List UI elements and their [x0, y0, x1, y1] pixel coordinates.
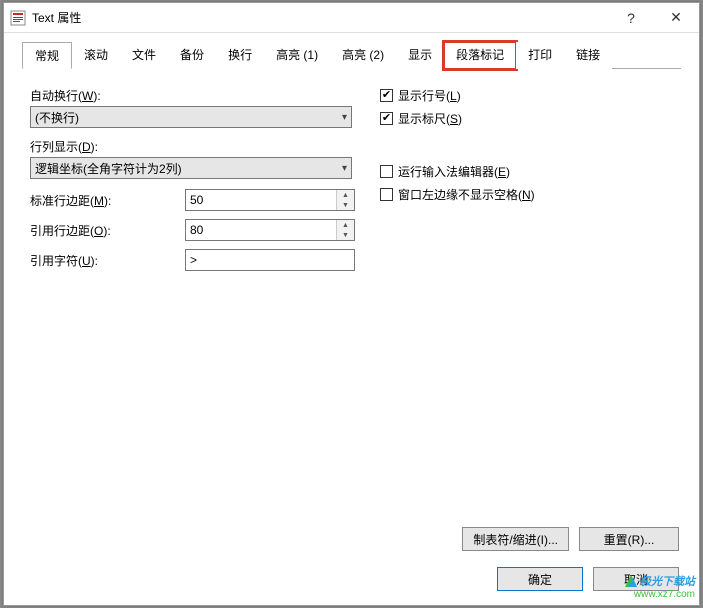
- checkbox-icon: [380, 188, 393, 201]
- tab-file[interactable]: 文件: [120, 42, 168, 69]
- chevron-down-icon: ▾: [342, 163, 347, 174]
- show-line-no-check[interactable]: 显示行号(L): [380, 87, 535, 104]
- std-margin-label: 标准行边距(M):: [30, 192, 185, 209]
- tab-display[interactable]: 显示: [396, 42, 444, 69]
- tab-strip: 常规 滚动 文件 备份 换行 高亮 (1) 高亮 (2) 显示 段落标记 打印 …: [22, 41, 681, 69]
- run-ime-check[interactable]: 运行输入法编辑器(E): [380, 163, 535, 180]
- tab-content: 自动换行(W): (不换行) ▾ 行列显示(D): 逻辑坐标(全角字符计为2列)…: [12, 69, 691, 289]
- quote-char-input[interactable]: [185, 249, 355, 271]
- tab-paragraph-marks[interactable]: 段落标记: [444, 42, 516, 69]
- line-col-select[interactable]: 逻辑坐标(全角字符计为2列) ▾: [30, 157, 352, 179]
- right-column: 显示行号(L) 显示标尺(S) 运行输入法编辑器(E) 窗口左边缘不显示空格(N…: [360, 87, 535, 279]
- checkbox-icon: [380, 89, 393, 102]
- cancel-button[interactable]: 取消: [593, 567, 679, 591]
- left-column: 自动换行(W): (不换行) ▾ 行列显示(D): 逻辑坐标(全角字符计为2列)…: [30, 87, 360, 279]
- std-margin-spinner[interactable]: ▲ ▼: [185, 189, 355, 211]
- spin-up-icon[interactable]: ▲: [337, 220, 354, 230]
- line-col-label: 行列显示(D):: [30, 138, 360, 155]
- close-button[interactable]: ✕: [653, 3, 699, 33]
- auto-wrap-label: 自动换行(W):: [30, 87, 360, 104]
- ok-button[interactable]: 确定: [497, 567, 583, 591]
- checkbox-icon: [380, 112, 393, 125]
- dialog-window: Text 属性 ? ✕ 常规 滚动 文件 备份 换行 高亮 (1) 高亮 (2)…: [3, 2, 700, 606]
- tab-print[interactable]: 打印: [516, 42, 564, 69]
- quote-margin-spinner[interactable]: ▲ ▼: [185, 219, 355, 241]
- auto-wrap-value: (不换行): [35, 109, 79, 126]
- tab-highlight1[interactable]: 高亮 (1): [264, 42, 330, 69]
- tab-wrap[interactable]: 换行: [216, 42, 264, 69]
- tab-backup[interactable]: 备份: [168, 42, 216, 69]
- window-title: Text 属性: [32, 9, 609, 26]
- client-area: 常规 滚动 文件 备份 换行 高亮 (1) 高亮 (2) 显示 段落标记 打印 …: [4, 33, 699, 297]
- tab-general[interactable]: 常规: [22, 42, 72, 69]
- quote-margin-input[interactable]: [186, 223, 326, 237]
- tab-scroll[interactable]: 滚动: [72, 42, 120, 69]
- quote-char-label: 引用字符(U):: [30, 252, 185, 269]
- quote-margin-label: 引用行边距(O):: [30, 222, 185, 239]
- auto-wrap-select[interactable]: (不换行) ▾: [30, 106, 352, 128]
- show-ruler-check[interactable]: 显示标尺(S): [380, 110, 535, 127]
- tabs-indent-button[interactable]: 制表符/缩进(I)...: [462, 527, 569, 551]
- spin-down-icon[interactable]: ▼: [337, 230, 354, 240]
- titlebar: Text 属性 ? ✕: [4, 3, 699, 33]
- app-icon: [10, 10, 26, 26]
- dialog-buttons: 确定 取消: [497, 567, 679, 591]
- reset-button[interactable]: 重置(R)...: [579, 527, 679, 551]
- tab-highlight2[interactable]: 高亮 (2): [330, 42, 396, 69]
- tab-link[interactable]: 链接: [564, 42, 612, 69]
- help-button[interactable]: ?: [609, 3, 653, 33]
- no-left-space-check[interactable]: 窗口左边缘不显示空格(N): [380, 186, 535, 203]
- checkbox-icon: [380, 165, 393, 178]
- spin-down-icon[interactable]: ▼: [337, 200, 354, 210]
- std-margin-input[interactable]: [186, 193, 326, 207]
- spin-up-icon[interactable]: ▲: [337, 190, 354, 200]
- line-col-value: 逻辑坐标(全角字符计为2列): [35, 160, 182, 177]
- chevron-down-icon: ▾: [342, 112, 347, 123]
- action-buttons: 制表符/缩进(I)... 重置(R)...: [462, 527, 679, 551]
